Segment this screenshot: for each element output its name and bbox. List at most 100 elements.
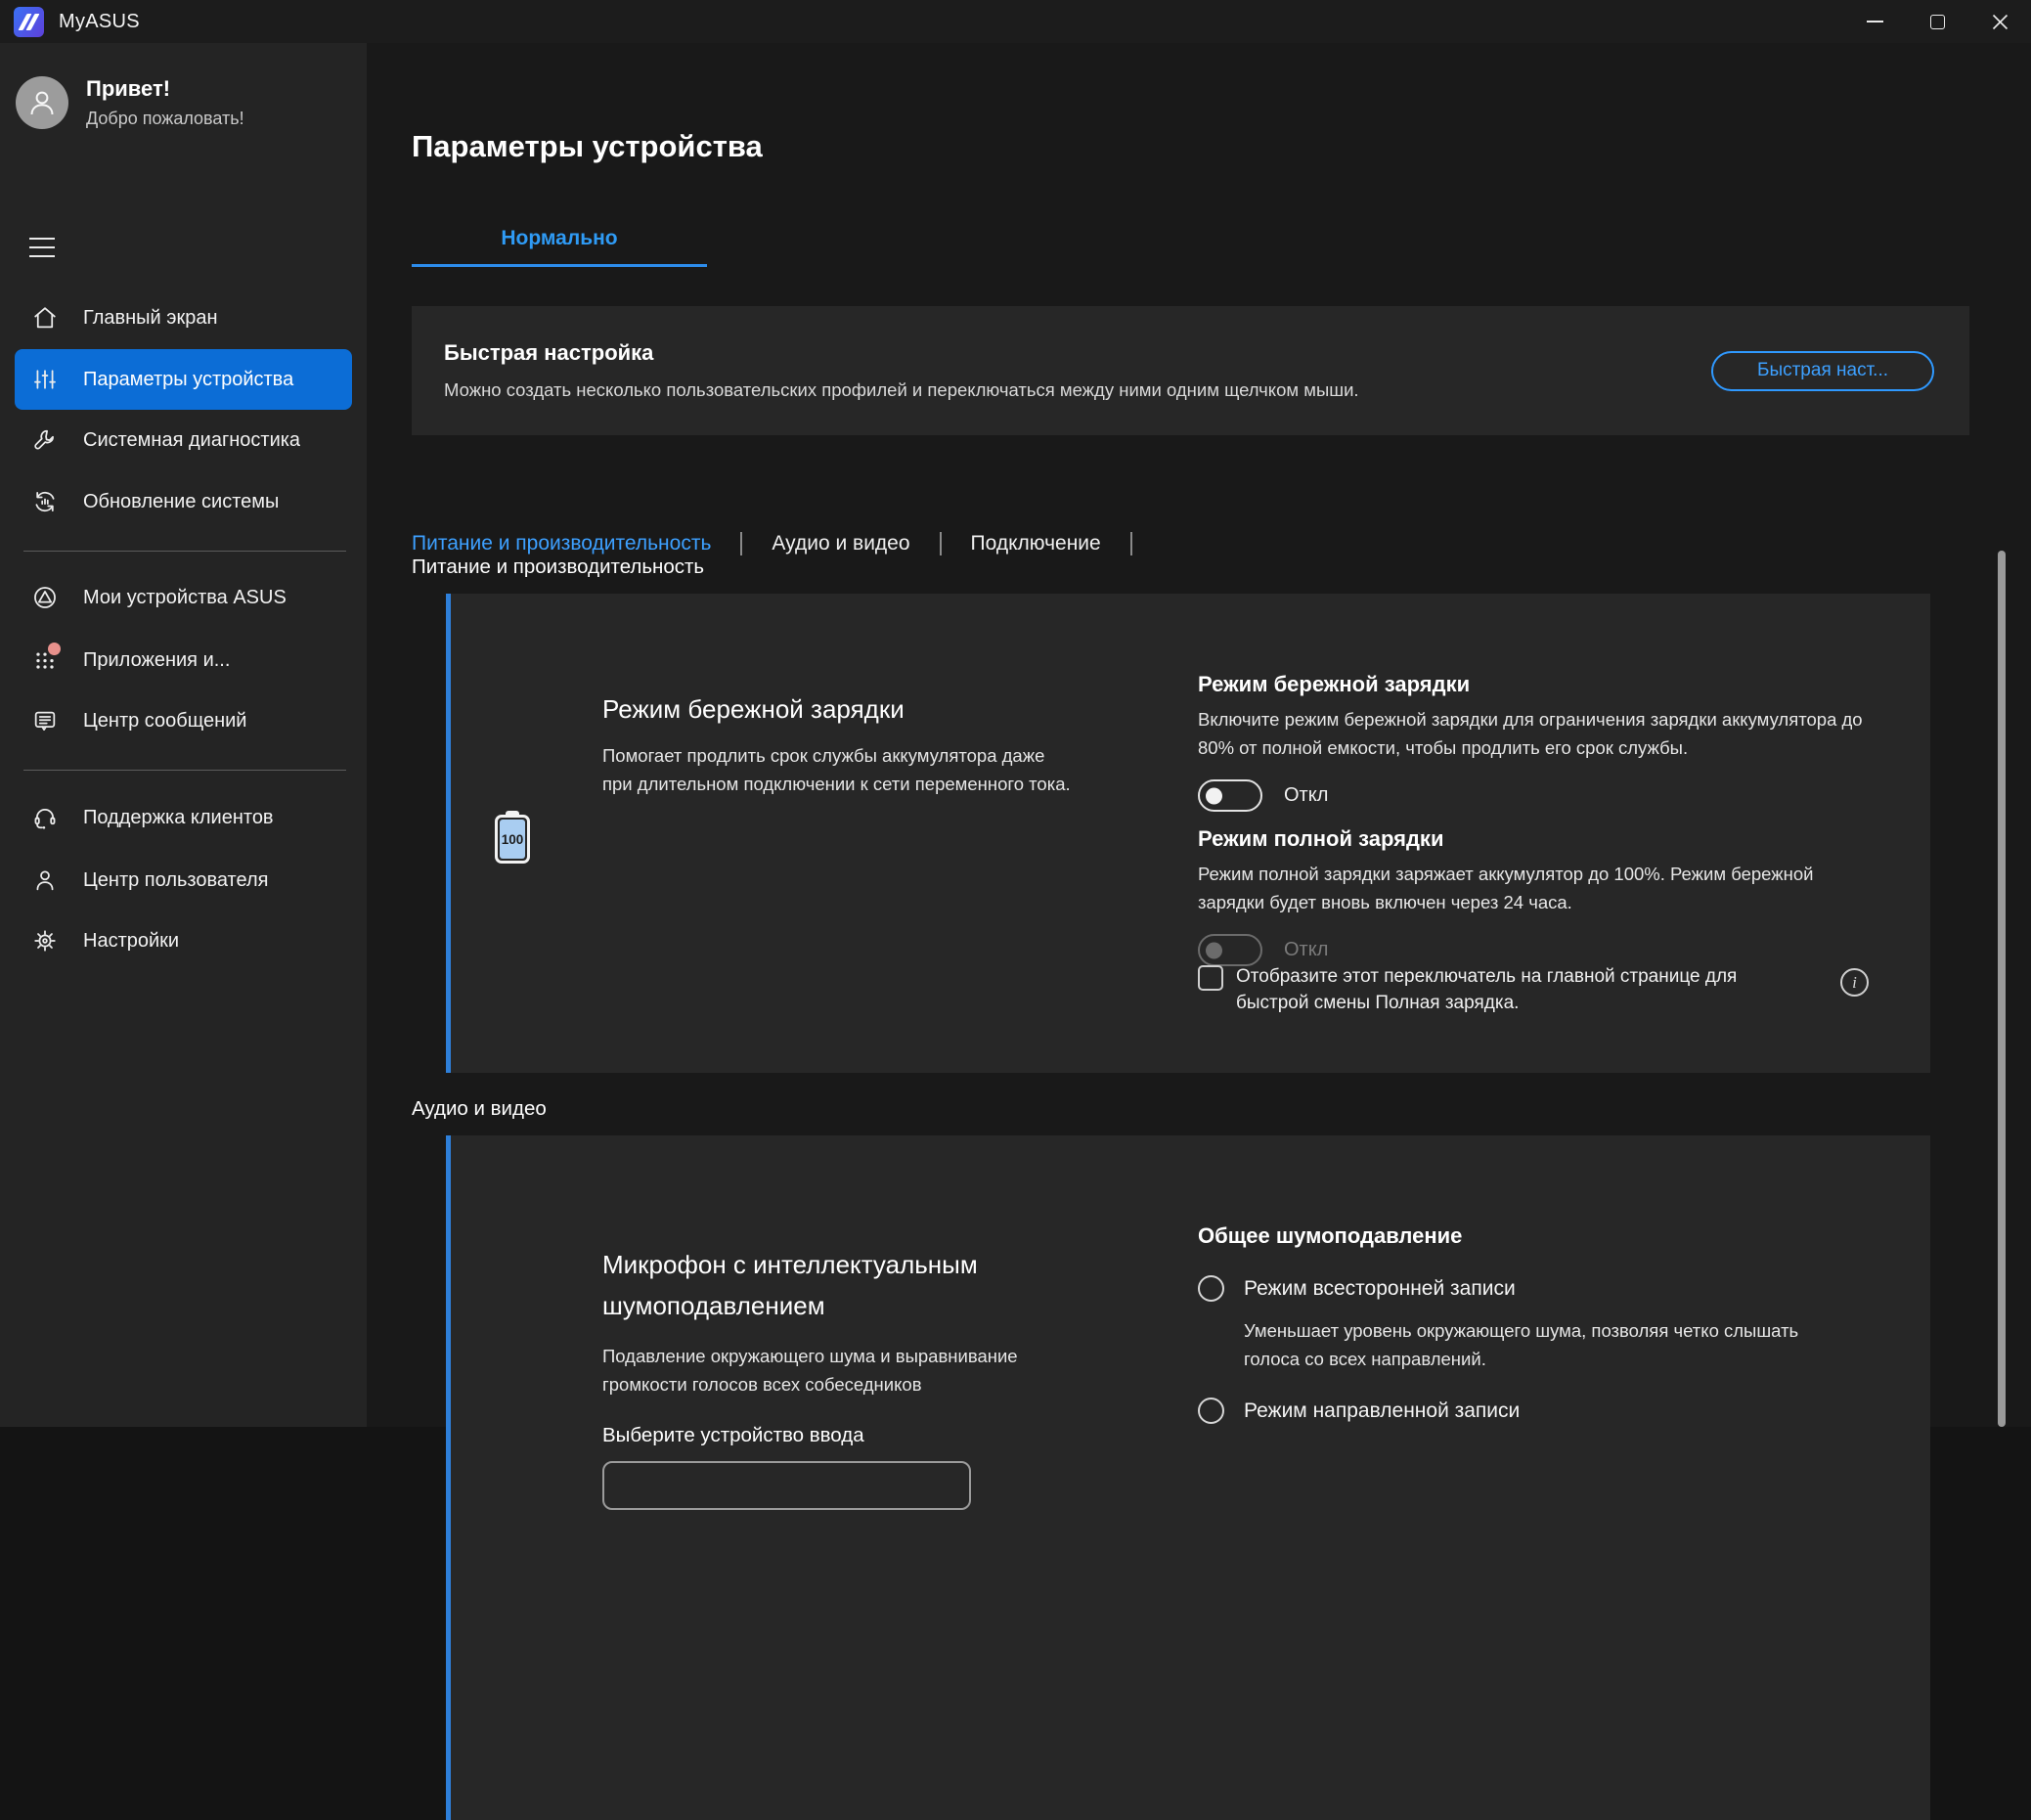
vertical-scrollbar[interactable] [1998,551,2006,1427]
battery-percent-value: 100 [502,832,524,847]
headset-icon [31,804,59,831]
person-icon [31,866,59,894]
care-mode-description: Включите режим бережной зарядки для огра… [1198,706,1863,762]
sidebar-item-label: Центр сообщений [83,710,246,732]
directional-record-radio[interactable] [1198,1398,1224,1424]
microphone-description: Подавление окружающего шума и выравниван… [602,1342,1072,1398]
close-icon [1992,14,2009,30]
home-icon [31,304,59,332]
settings-subtabs: Питание и производительность Аудио и вид… [412,532,1162,555]
greeting-title: Привет! [86,76,244,102]
apps-grid-icon [31,646,59,674]
sidebar-item-user-center[interactable]: Центр пользователя [15,850,352,910]
show-on-home-option: Отобразите этот переключатель на главной… [1198,965,1813,1016]
wrench-icon [31,426,59,454]
sidebar-item-label: Мои устройства ASUS [83,587,287,609]
user-icon [25,86,59,119]
sidebar-item-diagnostics[interactable]: Системная диагностика [15,410,352,470]
sidebar-item-label: Приложения и... [83,649,230,672]
page-title: Параметры устройства [412,129,763,164]
sidebar-item-label: Главный экран [83,307,218,330]
sidebar-item-label: Системная диагностика [83,429,300,452]
full-charge-title: Режим полной зарядки [1198,826,1902,852]
close-button[interactable] [1968,0,2031,43]
full-charge-setting: Режим полной зарядки Режим полной зарядк… [1198,826,1902,966]
sidebar-item-label: Параметры устройства [83,369,293,391]
sidebar-item-label: Настройки [83,930,179,953]
sidebar-item-settings[interactable]: Настройки [15,910,352,971]
sidebar-item-message-center[interactable]: Центр сообщений [15,690,352,751]
battery-icon: 100 [495,811,530,864]
maximize-button[interactable] [1906,0,1968,43]
info-icon[interactable]: i [1840,968,1869,997]
subtab-separator [1130,532,1132,555]
tab-normal-profile[interactable]: Нормально [412,227,707,267]
power-section-heading: Питание и производительность [412,555,704,579]
care-mode-state: Откл [1284,784,1328,807]
greeting-subtitle: Добро пожаловать! [86,109,244,129]
sliders-icon [31,366,59,393]
app-title: MyASUS [59,11,140,33]
audio-video-card: Микрофон с интеллектуальным шумоподавлен… [446,1135,1930,1820]
sidebar-item-apps[interactable]: Приложения и... [15,630,352,690]
sidebar-item-system-update[interactable]: Обновление системы [15,471,352,532]
quick-settings-card: Быстрая настройка Можно создать нескольк… [412,306,1969,435]
care-mode-title: Режим бережной зарядки [1198,672,1902,697]
omni-record-option: Режим всесторонней записи [1198,1275,1902,1302]
sidebar-item-home[interactable]: Главный экран [15,288,352,348]
message-icon [31,707,59,734]
full-charge-state: Откл [1284,939,1328,961]
notification-badge [48,643,61,655]
main-content: Параметры устройства Нормально Быстрая н… [367,43,2031,1427]
sidebar-item-label: Центр пользователя [83,869,268,892]
full-charge-toggle[interactable] [1198,934,1262,966]
quick-settings-description: Можно создать несколько пользовательских… [444,379,1359,401]
greeting-block[interactable]: Привет! Добро пожаловать! [16,76,244,129]
myasus-logo-icon [14,7,44,37]
sidebar-item-customer-support[interactable]: Поддержка клиентов [15,787,352,848]
omni-record-label: Режим всесторонней записи [1244,1277,1516,1301]
full-charge-description: Режим полной зарядки заряжает аккумулято… [1198,861,1882,916]
sidebar-item-label: Поддержка клиентов [83,807,274,829]
battery-care-title: Режим бережной зарядки [602,694,1082,725]
subtab-separator [740,532,742,555]
quick-settings-title: Быстрая настройка [444,340,1359,366]
sidebar-item-label: Обновление системы [83,491,279,513]
maximize-icon [1930,15,1945,29]
subtab-connectivity[interactable]: Подключение [971,532,1101,555]
gear-icon [31,927,59,954]
sidebar-divider [23,551,346,552]
omni-record-radio[interactable] [1198,1275,1224,1302]
care-mode-toggle[interactable] [1198,779,1262,812]
subtab-power-performance[interactable]: Питание и производительность [412,532,711,555]
directional-record-label: Режим направленной записи [1244,1399,1520,1423]
noise-cancel-settings: Общее шумоподавление Режим всесторонней … [1198,1223,1902,1424]
show-on-home-label: Отобразите этот переключатель на главной… [1236,963,1813,1016]
sidebar-item-device-settings[interactable]: Параметры устройства [15,349,352,410]
battery-care-summary: Режим бережной зарядки Помогает продлить… [602,694,1082,798]
microphone-title: Микрофон с интеллектуальным шумоподавлен… [602,1244,1052,1326]
battery-care-setting: Режим бережной зарядки Включите режим бе… [1198,672,1902,812]
titlebar: MyASUS [0,0,2031,43]
minimize-icon [1867,21,1883,22]
battery-care-card: 100 Режим бережной зарядки Помогает прод… [446,594,1930,1073]
hamburger-menu-button[interactable] [29,235,63,260]
battery-care-description: Помогает продлить срок службы аккумулято… [602,741,1072,798]
omni-record-description: Уменьшает уровень окружающего шума, позв… [1244,1316,1806,1373]
audio-section-heading: Аудио и видео [412,1097,547,1121]
avatar [16,76,68,129]
input-device-dropdown[interactable] [602,1461,971,1510]
quick-settings-button[interactable]: Быстрая наст... [1711,351,1934,391]
asus-device-icon [31,584,59,611]
input-device-label: Выберите устройство ввода [602,1424,1111,1447]
sidebar: Привет! Добро пожаловать! Главный экран … [0,43,367,1427]
sidebar-divider [23,770,346,771]
sidebar-item-my-devices[interactable]: Мои устройства ASUS [15,567,352,628]
minimize-button[interactable] [1843,0,1906,43]
subtab-audio-video[interactable]: Аудио и видео [772,532,909,555]
show-on-home-checkbox[interactable] [1198,965,1223,991]
noise-cancel-heading: Общее шумоподавление [1198,1223,1902,1249]
directional-record-option: Режим направленной записи [1198,1398,1902,1424]
subtab-separator [940,532,942,555]
microphone-summary: Микрофон с интеллектуальным шумоподавлен… [602,1244,1111,1510]
